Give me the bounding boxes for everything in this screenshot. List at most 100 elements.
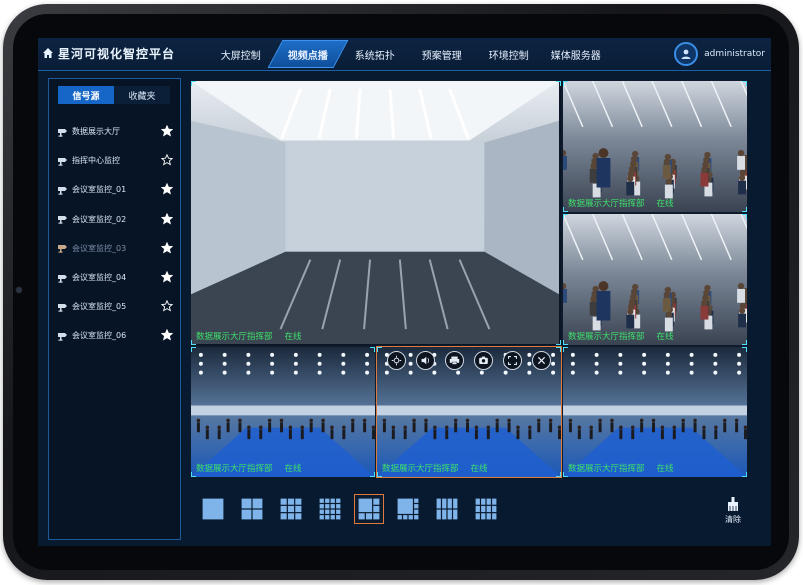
nav-item-label: 环境控制 xyxy=(489,50,529,62)
pane-status: 在线 xyxy=(656,199,674,209)
video-pane-4[interactable]: 数据展示大厅指挥部 在线 xyxy=(376,346,562,478)
camera-icon xyxy=(58,303,67,312)
print-icon xyxy=(449,356,460,365)
pane-status: 在线 xyxy=(284,332,302,342)
pane-source-name: 数据展示大厅指挥部 xyxy=(568,199,645,209)
fullscreen-icon xyxy=(508,356,517,365)
source-label: 会议室监控_04 xyxy=(72,273,127,283)
source-item[interactable]: 会议室监控_06 xyxy=(57,321,175,350)
pane-corner-marker xyxy=(563,81,568,86)
source-label: 会议室监控_02 xyxy=(72,214,127,224)
close-button[interactable] xyxy=(532,351,551,370)
layout-2x2-button[interactable] xyxy=(237,494,267,524)
layout-3x3-button[interactable] xyxy=(276,494,306,524)
broom-icon xyxy=(728,497,738,511)
layout-grid-icon xyxy=(397,498,419,520)
star-filled-icon[interactable] xyxy=(161,270,173,283)
layout-grid-icon xyxy=(241,498,263,520)
pane-corner-marker xyxy=(370,347,375,352)
source-item[interactable]: 会议室监控_01 xyxy=(57,175,175,204)
layout-1x1-button[interactable] xyxy=(198,494,228,524)
app-title: 星河可视化智控平台 xyxy=(58,46,176,61)
layout-2x4-button[interactable] xyxy=(432,494,462,524)
star-outline-icon[interactable] xyxy=(161,300,173,312)
video-frame xyxy=(563,214,747,345)
source-label: 数据展示大厅 xyxy=(72,127,120,137)
layout-selector xyxy=(198,492,510,526)
pane-caption: 数据展示大厅指挥部 在线 xyxy=(568,330,674,342)
pane-corner-marker xyxy=(191,472,196,477)
video-pane-1[interactable]: 数据展示大厅指挥部 在线 xyxy=(562,80,748,213)
user-avatar-icon[interactable] xyxy=(674,42,699,66)
camera-icon xyxy=(58,245,67,254)
pane-corner-marker xyxy=(742,214,747,219)
source-label: 会议室监控_03 xyxy=(72,243,127,253)
home-icon[interactable] xyxy=(42,47,54,59)
clear-button[interactable]: 清除 xyxy=(721,496,745,525)
source-tabs: 信号源 收藏夹 xyxy=(58,86,170,104)
source-item[interactable]: 会议室监控_05 xyxy=(57,292,175,321)
camera-icon xyxy=(58,332,67,341)
nav-item-5[interactable]: 媒体服务器 xyxy=(536,40,617,68)
pane-corner-marker xyxy=(742,81,747,86)
layout-4x4-button[interactable] xyxy=(315,494,345,524)
layout-grid-icon xyxy=(436,498,458,520)
source-tab-0[interactable]: 信号源 xyxy=(58,86,114,104)
camera-icon xyxy=(58,157,67,166)
source-item[interactable]: 数据展示大厅 xyxy=(57,117,175,146)
video-pane-2[interactable]: 数据展示大厅指挥部 在线 xyxy=(562,213,748,346)
source-item[interactable]: 会议室监控_04 xyxy=(57,263,175,292)
layout-grid-icon xyxy=(358,498,380,520)
camera-icon xyxy=(58,128,67,137)
ptz-button[interactable] xyxy=(387,351,406,370)
source-item[interactable]: 会议室监控_03 xyxy=(57,234,175,263)
pane-corner-marker xyxy=(742,340,747,345)
source-label: 指挥中心监控 xyxy=(72,156,120,166)
pane-status: 在线 xyxy=(470,464,488,474)
user-menu[interactable]: administrator xyxy=(674,41,765,67)
star-filled-icon[interactable] xyxy=(161,212,173,225)
source-item[interactable]: 会议室监控_02 xyxy=(57,205,175,234)
source-label: 会议室监控_01 xyxy=(72,185,127,195)
video-pane-5[interactable]: 数据展示大厅指挥部 在线 xyxy=(562,346,748,478)
star-filled-icon[interactable] xyxy=(161,183,173,195)
pane-corner-marker xyxy=(556,81,561,86)
star-outline-icon[interactable] xyxy=(161,154,173,166)
pane-corner-marker xyxy=(742,207,747,212)
nav-item-label: 视频点播 xyxy=(288,50,328,62)
nav-item-label: 大屏控制 xyxy=(221,50,261,62)
camera-icon xyxy=(58,186,67,195)
layout-1+7-button[interactable] xyxy=(393,494,423,524)
brand: 星河可视化智控平台 xyxy=(42,38,175,68)
tablet-frame: 星河可视化智控平台 大屏控制 视频点播 系统拓扑 预案管理 环境控制 媒体服务器 admi… xyxy=(3,4,799,580)
video-pane-3[interactable]: 数据展示大厅指挥部 在线 xyxy=(190,346,376,478)
layout-1+5-button[interactable] xyxy=(354,494,384,524)
pane-caption: 数据展示大厅指挥部 在线 xyxy=(382,462,488,474)
pane-source-name: 数据展示大厅指挥部 xyxy=(568,464,645,474)
pane-caption: 数据展示大厅指挥部 在线 xyxy=(196,330,302,342)
fullscreen-button[interactable] xyxy=(503,351,522,370)
layout-3x4-button[interactable] xyxy=(471,494,501,524)
pane-status: 在线 xyxy=(656,464,674,474)
star-filled-icon[interactable] xyxy=(161,125,173,137)
layout-grid-icon xyxy=(202,498,224,520)
audio-button[interactable] xyxy=(416,351,435,370)
source-tab-1[interactable]: 收藏夹 xyxy=(114,86,170,104)
pane-corner-marker xyxy=(563,207,568,212)
pane-status: 在线 xyxy=(284,464,302,474)
video-frame xyxy=(191,81,560,345)
snapshot-button[interactable] xyxy=(474,351,493,370)
pane-corner-marker xyxy=(563,347,568,352)
app-screen: 星河可视化智控平台 大屏控制 视频点播 系统拓扑 预案管理 环境控制 媒体服务器 admi… xyxy=(38,38,771,546)
clear-label: 清除 xyxy=(725,515,741,524)
top-bar: 星河可视化智控平台 大屏控制 视频点播 系统拓扑 预案管理 环境控制 媒体服务器 admi… xyxy=(38,38,771,71)
print-button[interactable] xyxy=(445,351,464,370)
layout-grid-icon xyxy=(475,498,497,520)
source-list: 数据展示大厅 指挥中心监控 会议室监控_01 会议室监控_02 会议室监控_03 会议室监… xyxy=(57,117,175,351)
pane-corner-marker xyxy=(563,472,568,477)
source-item[interactable]: 指挥中心监控 xyxy=(57,146,175,175)
star-filled-icon[interactable] xyxy=(161,329,173,341)
camera-icon xyxy=(58,216,67,224)
star-filled-icon[interactable] xyxy=(161,241,173,254)
video-pane-0[interactable]: 数据展示大厅指挥部 在线 xyxy=(190,80,562,346)
